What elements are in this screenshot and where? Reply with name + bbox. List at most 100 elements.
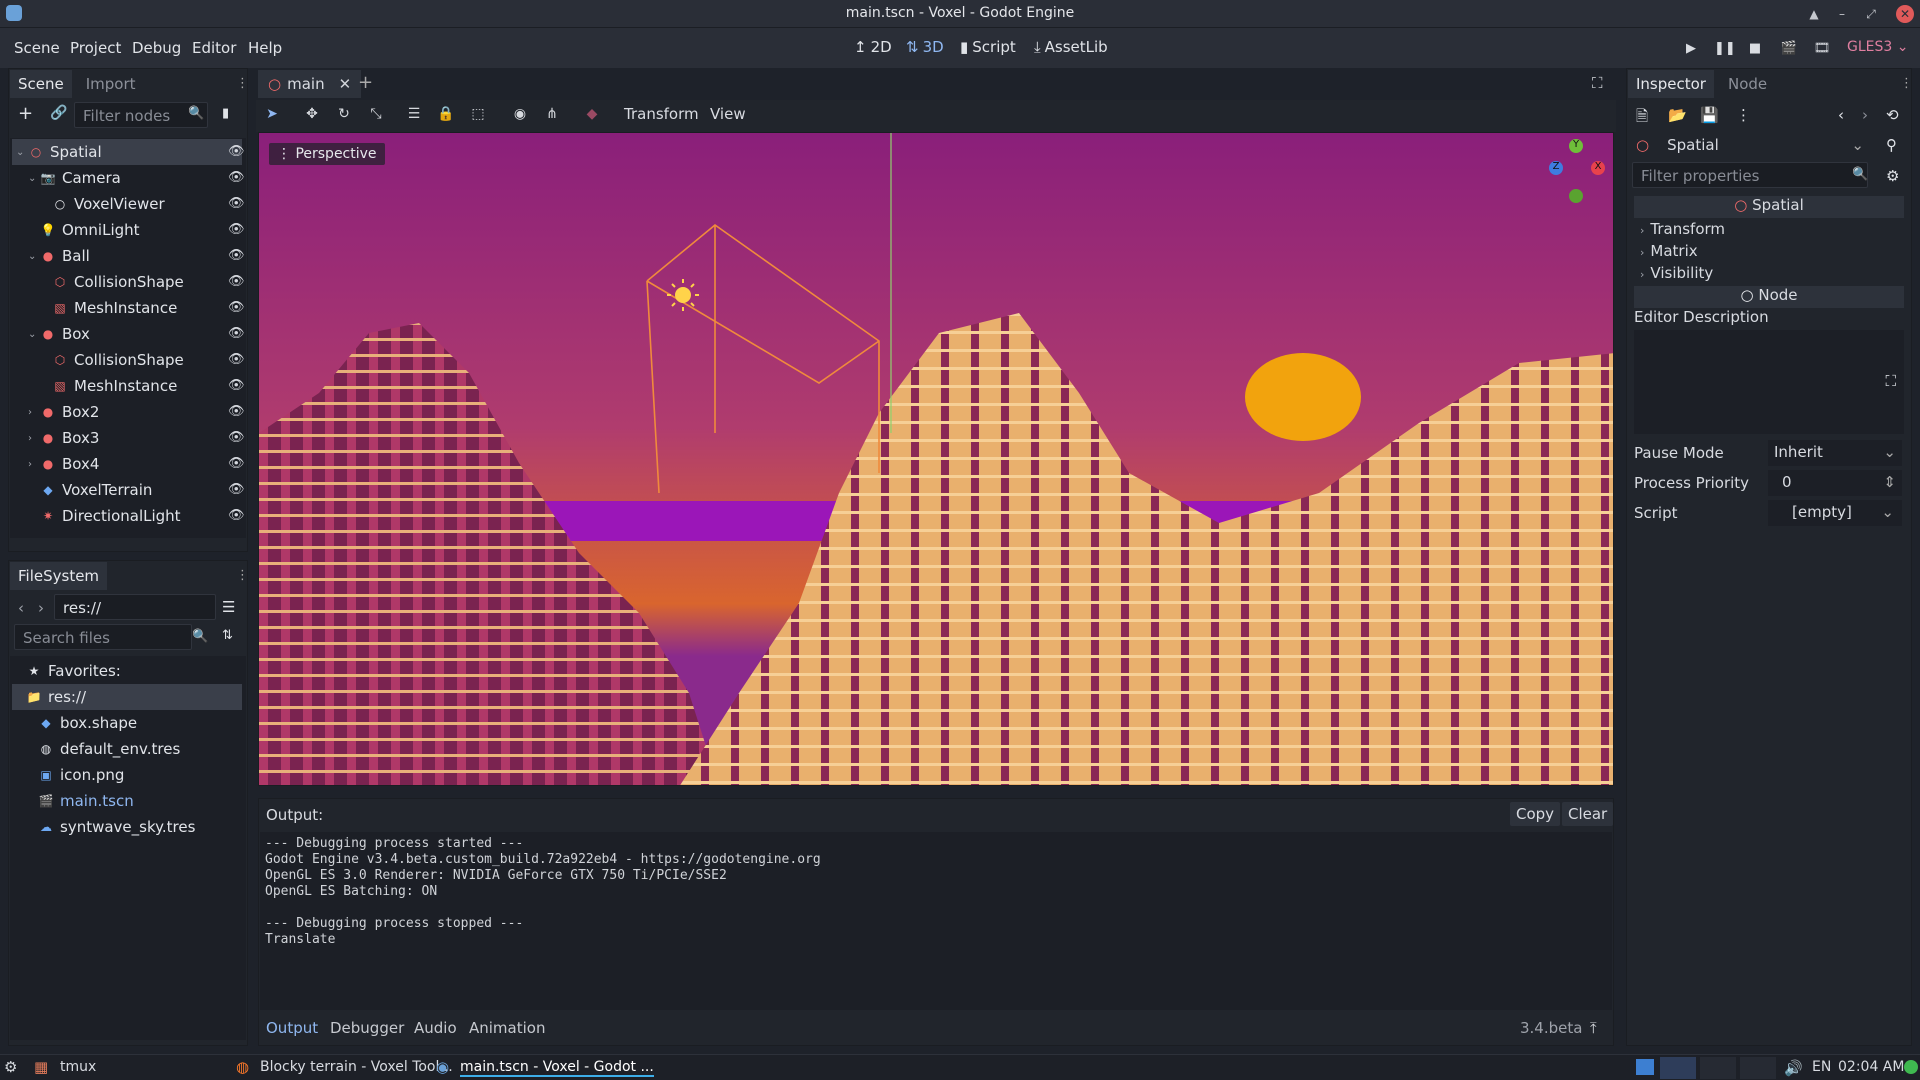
scene-script-icon[interactable]: ▮ [222, 106, 229, 121]
tree-node[interactable]: ◆ VoxelTerrain 👁 [12, 477, 244, 503]
play-icon[interactable]: ▶ [1682, 40, 1700, 58]
gizmo-x[interactable]: X [1591, 161, 1605, 175]
lock-icon[interactable]: 🔒 [436, 104, 456, 124]
open-resource-icon[interactable]: 📂 [1668, 106, 1687, 124]
tree-node[interactable]: ⬡ CollisionShape 👁 [12, 347, 245, 373]
menu-editor[interactable]: Editor [192, 39, 236, 57]
tree-node[interactable]: › ● Box3 👁 [12, 425, 245, 451]
group-icon[interactable]: ⬚ [468, 104, 488, 124]
menu-help[interactable]: Help [248, 39, 282, 57]
pager-icon[interactable] [1636, 1059, 1654, 1075]
dock-menu-icon[interactable]: ⋮ [1900, 76, 1913, 91]
script-select[interactable]: [empty] ⌄ [1768, 500, 1902, 526]
process-priority-spinbox[interactable]: 0 ⇕ [1768, 470, 1902, 496]
file-item[interactable]: 📁 res:// [12, 684, 242, 710]
file-item[interactable]: ▣ icon.png [12, 762, 242, 788]
move-tool-icon[interactable]: ✥ [302, 104, 322, 124]
3d-viewport[interactable]: ⋮ Perspective Y X Z [258, 132, 1614, 786]
desktop-preview[interactable] [1700, 1057, 1736, 1079]
visibility-eye-icon[interactable]: 👁 [228, 378, 245, 394]
play-custom-scene-icon[interactable]: 🎞 [1813, 40, 1831, 58]
tree-node[interactable]: ▧ MeshInstance 👁 [12, 373, 245, 399]
expand-arrow-icon[interactable]: › [28, 433, 40, 444]
volume-icon[interactable]: 🔊 [1784, 1059, 1803, 1077]
tab-inspector[interactable]: Inspector [1628, 70, 1714, 98]
menu-scene[interactable]: Scene [14, 39, 60, 57]
group-transform[interactable]: › Transform [1634, 220, 1904, 242]
list-view-icon[interactable]: ☰ [222, 598, 235, 616]
desktop-preview[interactable] [1660, 1057, 1696, 1079]
rotate-tool-icon[interactable]: ↻ [334, 104, 354, 124]
copy-button[interactable]: Copy [1510, 802, 1561, 826]
spin-arrows-icon[interactable]: ⇕ [1883, 473, 1896, 491]
history-back-icon[interactable]: ‹ [1838, 106, 1844, 124]
back-icon[interactable]: ‹ [18, 599, 24, 617]
tab-debugger[interactable]: Debugger [330, 1019, 404, 1037]
new-resource-icon[interactable]: 🗎 [1636, 106, 1648, 131]
visibility-eye-icon[interactable]: 👁 [228, 144, 245, 160]
keyboard-layout[interactable]: EN [1812, 1059, 1831, 1075]
select-tool-icon[interactable]: ➤ [262, 104, 282, 124]
visibility-eye-icon[interactable]: 👁 [228, 404, 245, 420]
tree-node[interactable]: › ● Box4 👁 [12, 451, 245, 477]
tab-output[interactable]: Output [266, 1019, 318, 1037]
visibility-eye-icon[interactable]: 👁 [228, 248, 245, 264]
expand-icon[interactable]: ⛶ [1885, 372, 1896, 390]
fullscreen-icon[interactable]: ⛶ [1592, 74, 1603, 92]
dock-menu-icon[interactable]: ⋮ [236, 76, 249, 91]
visibility-eye-icon[interactable]: 👁 [228, 300, 245, 316]
save-resource-icon[interactable]: 💾 [1700, 106, 1719, 124]
pause-mode-select[interactable]: Inherit ⌄ [1768, 440, 1902, 466]
notification-icon[interactable] [1904, 1060, 1918, 1074]
perspective-menu[interactable]: ⋮ Perspective [269, 143, 385, 165]
collapse-arrow-icon[interactable]: ⌄ [28, 251, 40, 262]
tab-filesystem[interactable]: FileSystem [10, 562, 108, 590]
group-visibility[interactable]: › Visibility [1634, 264, 1904, 286]
tab-import[interactable]: Import [78, 70, 144, 98]
tree-node[interactable]: ⌄ ● Ball 👁 [12, 243, 245, 269]
link-icon[interactable]: 🔗 [50, 105, 67, 121]
task-tmux[interactable]: tmux [60, 1059, 96, 1075]
stop-icon[interactable]: ■ [1746, 40, 1764, 58]
view-menu[interactable]: View [710, 105, 746, 123]
minimize-button[interactable]: – [1833, 5, 1851, 23]
desktop-preview[interactable] [1740, 1057, 1776, 1079]
visibility-eye-icon[interactable]: 👁 [228, 326, 245, 342]
menu-project[interactable]: Project [70, 39, 121, 57]
list-select-icon[interactable]: ☰ [404, 104, 424, 124]
sort-icon[interactable]: ⇅ [222, 628, 233, 643]
tree-node[interactable]: ⌄ ○ Spatial 👁 [12, 139, 245, 165]
tree-node[interactable]: ▧ MeshInstance 👁 [12, 295, 245, 321]
tree-node[interactable]: ⬡ CollisionShape 👁 [12, 269, 245, 295]
visibility-eye-icon[interactable]: 👁 [228, 456, 245, 472]
tree-node[interactable]: ⌄ ● Box 👁 [12, 321, 245, 347]
pause-icon[interactable]: ❚❚ [1714, 40, 1736, 58]
maximize-button[interactable]: ⤢ [1862, 5, 1880, 23]
mode-3d-button[interactable]: ⇅ 3D [906, 38, 944, 56]
close-button[interactable]: ✕ [1896, 5, 1914, 23]
mode-2d-button[interactable]: ↥ 2D [854, 38, 892, 56]
editor-description-field[interactable]: ⛶ [1634, 330, 1904, 434]
file-item[interactable]: ◍ default_env.tres [12, 736, 242, 762]
expand-bottom-icon[interactable]: ⤒ [1590, 1019, 1597, 1037]
tree-node[interactable]: 💡 OmniLight 👁 [12, 217, 245, 243]
renderer-select[interactable]: GLES3 ⌄ [1847, 39, 1908, 55]
group-matrix[interactable]: › Matrix [1634, 242, 1904, 264]
menu-debug[interactable]: Debug [132, 39, 181, 57]
visibility-eye-icon[interactable]: 👁 [228, 508, 245, 524]
camera-preview-icon[interactable]: ◆ [582, 104, 602, 124]
tab-animation[interactable]: Animation [469, 1019, 545, 1037]
mode-assetlib-button[interactable]: ⤓ AssetLib [1034, 38, 1108, 56]
search-files-input[interactable]: Search files [14, 624, 192, 650]
collapse-arrow-icon[interactable]: ⌄ [16, 147, 28, 158]
tree-node[interactable]: › ● Box2 👁 [12, 399, 245, 425]
collapse-arrow-icon[interactable]: ⌄ [28, 329, 40, 340]
close-tab-icon[interactable]: ✕ [339, 75, 352, 93]
dock-menu-icon[interactable]: ⋮ [236, 568, 249, 583]
visibility-eye-icon[interactable]: 👁 [228, 170, 245, 186]
keep-above-icon[interactable]: ▲ [1805, 5, 1823, 23]
add-node-icon[interactable]: + [18, 103, 33, 124]
visibility-eye-icon[interactable]: 👁 [228, 274, 245, 290]
path-input[interactable]: res:// [54, 594, 216, 620]
tree-node[interactable]: ✷ DirectionalLight 👁 [12, 503, 245, 529]
